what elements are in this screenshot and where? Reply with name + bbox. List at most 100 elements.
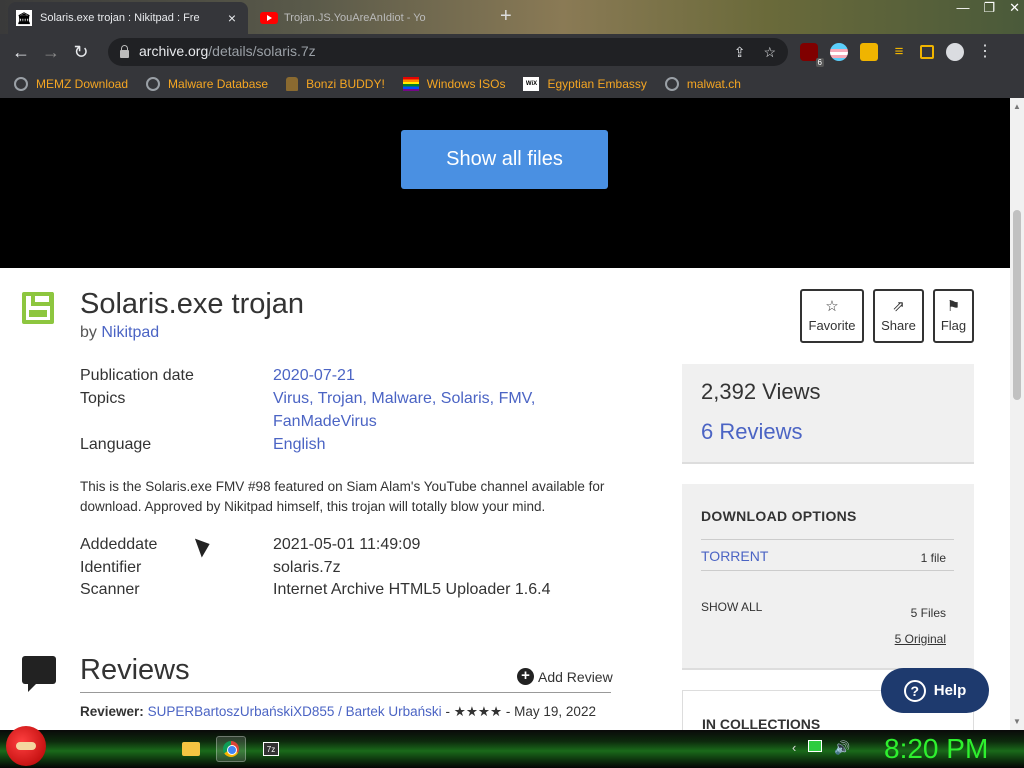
new-tab-icon[interactable]: + (500, 6, 512, 26)
publication-date-link[interactable]: 2020-07-21 (273, 364, 563, 387)
start-button-icon[interactable] (6, 726, 46, 766)
sevenzip-button[interactable]: 7z (256, 736, 286, 762)
stats-box: 2,392 Views 6 Reviews (682, 364, 974, 464)
reviewer-link[interactable]: SUPERBartoszUrbańskiXD855 / Bartek Urbań… (148, 704, 442, 719)
extensions-puzzle-icon[interactable] (860, 43, 878, 61)
tab-youtube[interactable]: Trojan.JS.YouAreAnIdiot - Yo (256, 4, 486, 32)
close-tab-icon[interactable]: × (224, 10, 240, 26)
tray-chevron-icon[interactable]: ‹ (792, 740, 796, 756)
meta-key: Identifier (80, 558, 142, 576)
item-metadata-extra: Addeddate 2021-05-01 11:49:09 Identifier… (80, 534, 603, 602)
torrent-link[interactable]: TORRENT (701, 548, 768, 564)
add-review-button[interactable]: + Add Review (517, 668, 613, 685)
speech-bubble-icon (22, 656, 56, 692)
restore-icon[interactable]: ❐ (983, 0, 995, 16)
topics-line[interactable]: FanMadeVirus (273, 413, 377, 430)
address-bar[interactable]: archive.org/details/solaris.7z ⇪ ☆ (108, 38, 788, 66)
globe-icon (14, 77, 28, 91)
bookmark-malwatch[interactable]: malwat.ch (664, 77, 741, 91)
review-stars: ★★★★ (453, 704, 503, 719)
help-button[interactable]: ? Help (881, 668, 989, 713)
flag-button[interactable]: ⚑ Flag (933, 289, 974, 343)
back-icon[interactable]: ← (6, 37, 36, 67)
original-count-link[interactable]: 5 Original (895, 632, 946, 646)
bookmark-windows-isos[interactable]: Windows ISOs (402, 77, 505, 91)
bookmark-star-icon[interactable]: ☆ (763, 44, 776, 61)
scroll-down-icon[interactable]: ▼ (1013, 717, 1021, 726)
item-actions: ☆ Favorite ⇗ Share ⚑ Flag (800, 289, 974, 343)
network-icon[interactable] (808, 740, 823, 752)
meta-key: Topics (80, 390, 126, 407)
show-all-files-button[interactable]: Show all files (401, 130, 608, 189)
taskbar: 7z ‹ 🔊 8:20 PM (0, 726, 1024, 768)
share-page-icon[interactable]: ⇪ (734, 44, 746, 61)
chrome-button[interactable] (216, 736, 246, 762)
meta-row-scanner: Scanner Internet Archive HTML5 Uploader … (80, 579, 603, 602)
minimize-icon[interactable]: — (956, 0, 969, 16)
topics-line[interactable]: Virus, Trojan, Malware, Solaris, FMV, (273, 390, 535, 407)
collections-heading: IN COLLECTIONS (702, 716, 821, 730)
reload-icon[interactable]: ↻ (66, 37, 96, 67)
ublock-badge: 6 (815, 58, 824, 67)
reviews-count-link[interactable]: 6 Reviews (701, 419, 802, 445)
scrollbar-thumb[interactable] (1013, 210, 1021, 400)
bookmark-label: Malware Database (168, 77, 269, 91)
bookmark-label: malwat.ch (686, 77, 741, 91)
window-controls: — ❐ ✕ (956, 0, 1020, 16)
file-explorer-button[interactable] (176, 736, 206, 762)
review-entry: Reviewer: SUPERBartoszUrbańskiXD855 / Ba… (80, 704, 596, 720)
page-content: Show all files Solaris.exe trojan by Nik… (0, 98, 1010, 730)
plus-circle-icon: + (517, 668, 534, 685)
meta-key: Scanner (80, 581, 140, 598)
flag-extension-icon[interactable] (830, 43, 848, 61)
share-label: Share (881, 318, 916, 333)
side-panel-icon[interactable] (920, 45, 934, 59)
ublock-icon[interactable]: 6 (800, 43, 824, 67)
download-options-heading: DOWNLOAD OPTIONS (701, 508, 857, 524)
download-options-box: DOWNLOAD OPTIONS TORRENT 1 file SHOW ALL… (682, 484, 974, 670)
bookmark-egyptian-embassy[interactable]: WiX Egyptian Embassy (523, 77, 647, 91)
rainbow-flag-icon (402, 77, 419, 91)
forward-icon[interactable]: → (36, 37, 66, 67)
browser-toolbar: ← → ↻ archive.org/details/solaris.7z ⇪ ☆… (0, 34, 1024, 70)
bookmark-bonzi[interactable]: Bonzi BUDDY! (286, 77, 385, 91)
divider (80, 692, 611, 693)
share-button[interactable]: ⇗ Share (873, 289, 924, 343)
question-icon: ? (903, 679, 926, 702)
taskbar-clock[interactable]: 8:20 PM (884, 733, 988, 765)
page-scrollbar[interactable]: ▲ ▼ (1010, 98, 1024, 730)
meta-value: 2021-05-01 11:49:09 (273, 536, 421, 553)
topics-links[interactable]: Virus, Trojan, Malware, Solaris, FMV, Fan… (273, 387, 563, 433)
tab-active[interactable]: 🏛 Solaris.exe trojan : Nikitpad : Fre × (8, 2, 248, 34)
share-icon: ⇗ (892, 298, 905, 315)
chrome-icon (223, 741, 239, 757)
favorite-button[interactable]: ☆ Favorite (800, 289, 864, 343)
url-path: /details/solaris.7z (208, 43, 316, 59)
byline-prefix: by (80, 324, 97, 341)
bookmark-malware-database[interactable]: Malware Database (146, 77, 268, 91)
profile-avatar-icon[interactable] (946, 43, 964, 61)
wix-icon: WiX (523, 77, 540, 91)
close-window-icon[interactable]: ✕ (1009, 0, 1020, 16)
meta-row-language: Language English (80, 433, 563, 456)
folder-icon (182, 742, 200, 756)
meta-key: Publication date (80, 367, 194, 384)
globe-icon (146, 77, 161, 91)
lock-icon[interactable] (120, 45, 129, 58)
more-menu-icon[interactable]: ⋮ (976, 43, 994, 61)
media-player-area: Show all files (0, 98, 1010, 268)
flag-icon: ⚑ (946, 298, 961, 315)
show-all-link[interactable]: SHOW ALL (701, 600, 762, 614)
divider (701, 570, 954, 571)
volume-icon[interactable]: 🔊 (834, 740, 850, 756)
flag-label: Flag (940, 318, 967, 333)
author-link[interactable]: Nikitpad (101, 324, 159, 341)
page-title: Solaris.exe trojan (80, 288, 305, 320)
divider (701, 539, 954, 540)
language-link[interactable]: English (273, 433, 563, 456)
system-tray: ‹ 🔊 (792, 740, 851, 756)
scroll-up-icon[interactable]: ▲ (1013, 102, 1021, 111)
reading-list-icon[interactable]: ≡ (890, 43, 908, 61)
bookmark-memz[interactable]: MEMZ Download (14, 77, 128, 91)
youtube-icon (260, 12, 278, 24)
